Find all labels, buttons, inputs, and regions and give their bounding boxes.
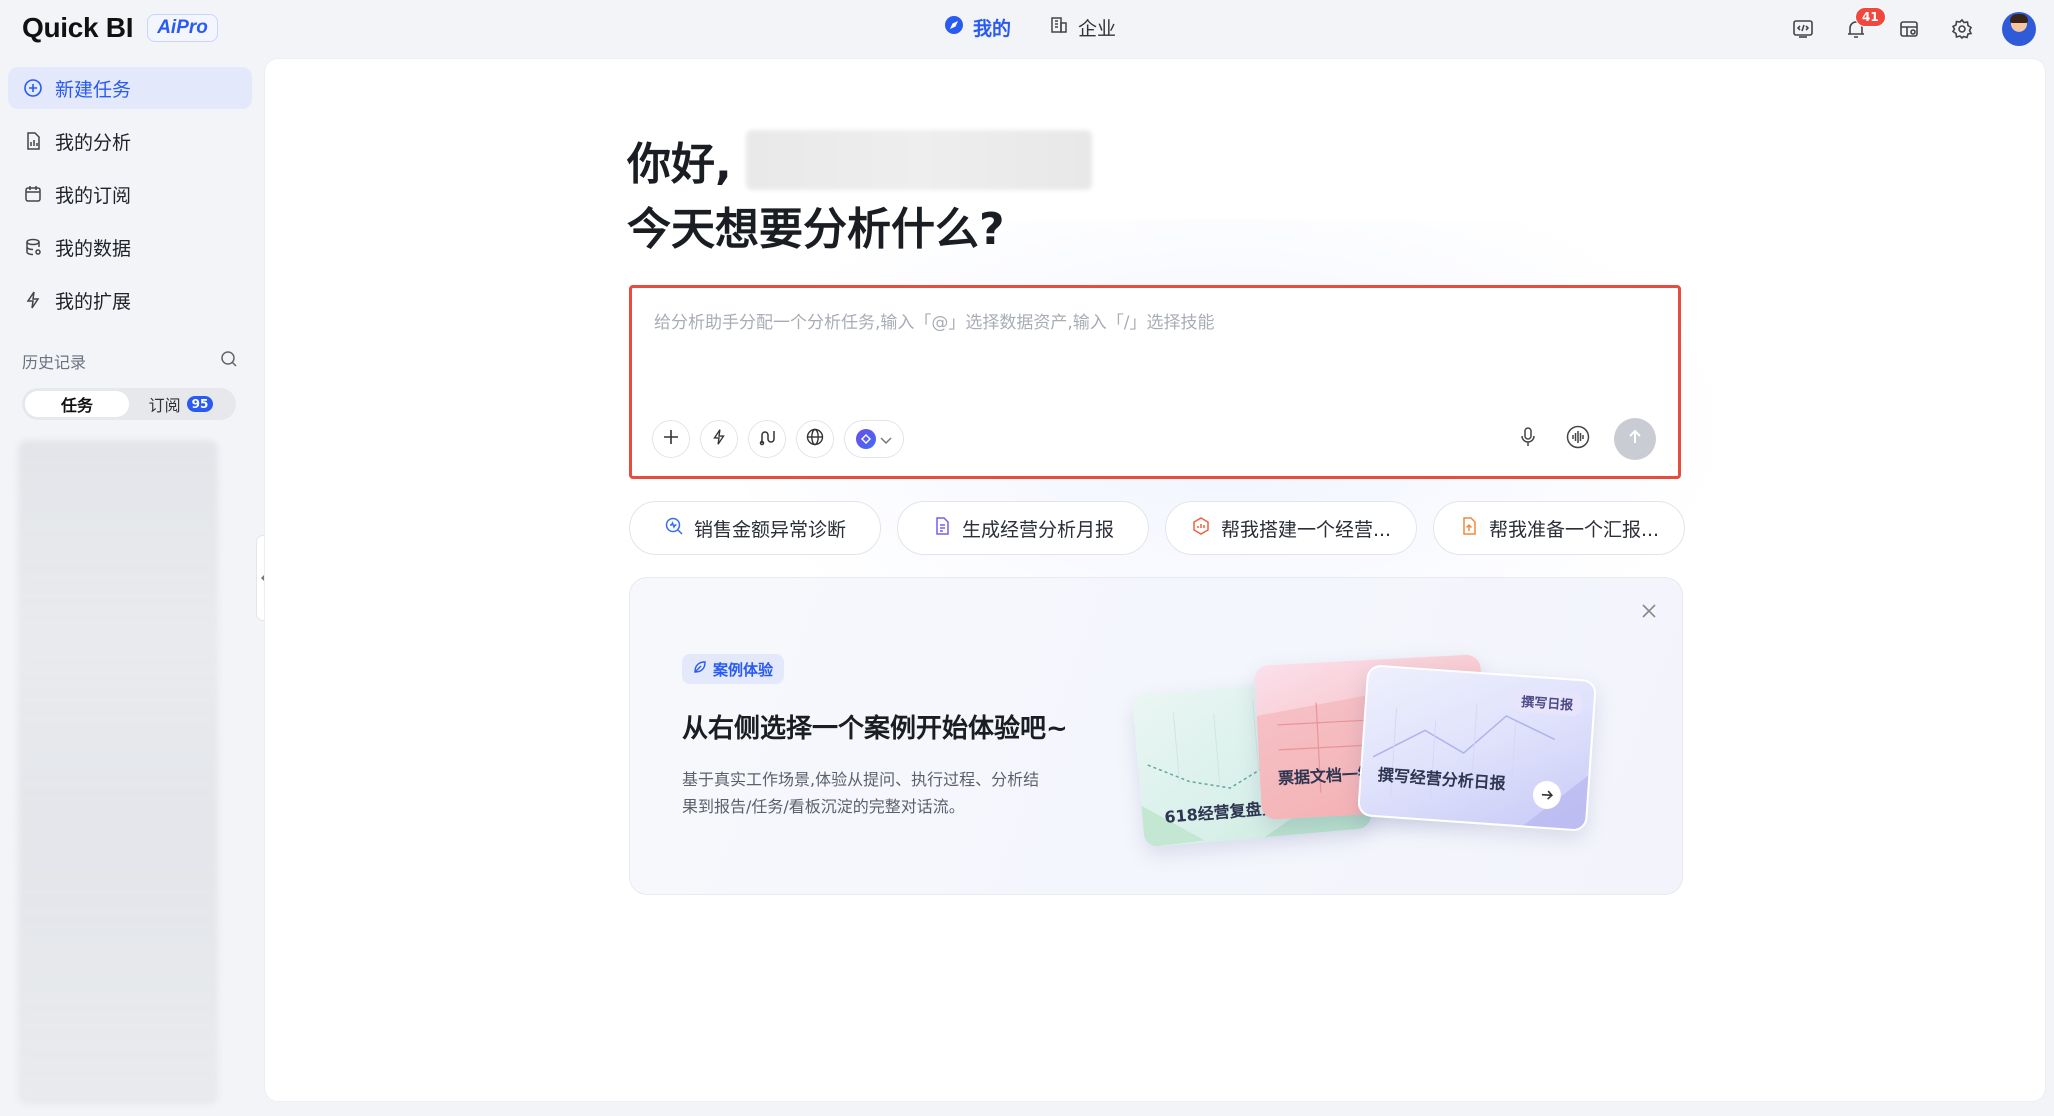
segment-label: 订阅 — [148, 396, 181, 415]
sidebar-item-my-data[interactable]: 我的数据 — [8, 226, 252, 268]
model-icon — [856, 429, 876, 449]
microphone-button[interactable] — [1514, 425, 1542, 453]
skills-button[interactable] — [700, 420, 738, 458]
segment-tasks[interactable]: 任务 — [25, 391, 129, 417]
top-tabs: 我的 企业 — [944, 14, 1116, 41]
chevron-down-icon — [880, 430, 892, 449]
history-title: 历史记录 — [22, 353, 87, 372]
diagnosis-icon — [664, 516, 684, 541]
greeting: 你好, 今天想要分析什么? — [627, 129, 1092, 257]
top-bar: Quick BI AiPro 我的 企业 41 — [0, 0, 2054, 58]
sidebar-item-label: 我的分析 — [55, 131, 132, 154]
segment-label: 任务 — [60, 396, 93, 415]
close-icon[interactable] — [1638, 600, 1660, 622]
greeting-question: 今天想要分析什么? — [627, 204, 1005, 255]
case-card-tag: 撰写日报 — [1512, 688, 1583, 717]
task-input[interactable] — [654, 308, 1654, 388]
case-experience-card: 案例体验 从右侧选择一个案例开始体验吧~ 基于真实工作场景,体验从提问、执行过程… — [629, 577, 1683, 895]
globe-icon — [806, 428, 824, 450]
case-description: 基于真实工作场景,体验从提问、执行过程、分析结果到报告/任务/看板沉淀的完整对话… — [682, 770, 1040, 816]
document-icon — [23, 131, 43, 151]
sidebar-item-label: 我的扩展 — [55, 290, 132, 313]
database-icon — [23, 237, 43, 257]
segment-count-badge: 95 — [186, 396, 214, 412]
plus-circle-icon — [23, 78, 43, 98]
workflow-icon — [758, 428, 776, 450]
dashboard-icon — [1191, 516, 1211, 541]
add-attachment-button[interactable] — [652, 420, 690, 458]
microphone-icon — [1518, 426, 1538, 452]
logo-badge: AiPro — [147, 14, 218, 42]
suggestion-chip[interactable]: 帮我准备一个汇报... — [1433, 501, 1685, 555]
lightning-icon — [23, 290, 43, 310]
case-badge-label: 案例体验 — [713, 660, 774, 679]
input-tools-right — [1514, 418, 1656, 460]
waveform-icon — [1566, 425, 1590, 453]
task-input-box — [629, 285, 1681, 479]
suggestion-chip[interactable]: 帮我搭建一个经营... — [1165, 501, 1417, 555]
web-search-button[interactable] — [796, 420, 834, 458]
input-tools-left — [652, 420, 904, 458]
greeting-text: 你好, — [627, 139, 732, 190]
suggestion-label: 帮我搭建一个经营... — [1220, 518, 1392, 541]
arrow-up-icon — [1626, 428, 1644, 450]
table-icon[interactable] — [1896, 16, 1922, 42]
code-icon[interactable] — [1790, 16, 1816, 42]
sidebar-item-label: 我的数据 — [55, 237, 132, 260]
calendar-icon — [23, 184, 43, 204]
logo-text: Quick BI — [22, 12, 134, 43]
building-icon — [1049, 15, 1069, 40]
suggestion-label: 帮我准备一个汇报... — [1488, 518, 1660, 541]
sidebar-item-label: 我的订阅 — [55, 184, 132, 207]
report-icon — [932, 516, 952, 541]
user-name-blurred — [745, 130, 1092, 190]
presentation-icon — [1459, 516, 1479, 541]
logo[interactable]: Quick BI AiPro — [22, 12, 218, 44]
send-button[interactable] — [1614, 418, 1656, 460]
tab-enterprise[interactable]: 企业 — [1049, 14, 1116, 41]
sidebar-item-my-subscription[interactable]: 我的订阅 — [8, 173, 252, 215]
main-panel: 你好, 今天想要分析什么? 给分析助手分配一个分析任务,输入「@」选择数据资产,… — [264, 58, 2046, 1102]
history-segmented-control: 任务 订阅 95 — [22, 388, 236, 420]
suggestion-label: 销售金额异常诊断 — [693, 518, 846, 541]
model-selector[interactable] — [844, 420, 904, 458]
history-list-blurred — [18, 440, 218, 1105]
tab-mine-label: 我的 — [973, 18, 1012, 40]
sidebar: 新建任务 我的分析 我的订阅 我的数据 我的扩展 历史记录 任务 订阅 95 — [0, 58, 262, 1116]
suggestion-label: 生成经营分析月报 — [961, 518, 1114, 541]
compass-icon — [944, 15, 964, 40]
case-badge: 案例体验 — [682, 654, 785, 684]
tab-mine[interactable]: 我的 — [944, 14, 1011, 41]
case-card-daily-report[interactable]: 撰写日报 撰写经营分析日报 — [1356, 664, 1598, 832]
top-right-tools: 41 — [1790, 7, 2036, 46]
suggestion-chip[interactable]: 生成经营分析月报 — [897, 501, 1149, 555]
sidebar-item-my-extensions[interactable]: 我的扩展 — [8, 279, 252, 321]
workflow-button[interactable] — [748, 420, 786, 458]
sidebar-item-label: 新建任务 — [55, 78, 132, 101]
plus-icon — [662, 428, 680, 450]
gear-icon[interactable] — [1949, 16, 1975, 42]
bell-icon[interactable]: 41 — [1843, 7, 1886, 42]
avatar[interactable] — [2002, 12, 2036, 46]
notification-badge: 41 — [1855, 7, 1886, 27]
case-title: 从右侧选择一个案例开始体验吧~ — [682, 714, 1068, 744]
segment-subscriptions[interactable]: 订阅 95 — [129, 391, 233, 417]
lightning-icon — [710, 428, 728, 450]
leaf-icon — [693, 660, 707, 678]
sidebar-item-my-analysis[interactable]: 我的分析 — [8, 120, 252, 162]
voice-mode-button[interactable] — [1564, 425, 1592, 453]
suggestion-chips: 销售金额异常诊断 生成经营分析月报 帮我搭建一个经营... 帮我准备一个汇报..… — [629, 501, 1685, 555]
suggestion-chip[interactable]: 销售金额异常诊断 — [629, 501, 881, 555]
sidebar-item-new-task[interactable]: 新建任务 — [8, 67, 252, 109]
history-header: 历史记录 — [22, 349, 238, 373]
search-icon[interactable] — [220, 350, 238, 372]
tab-enterprise-label: 企业 — [1078, 18, 1117, 40]
